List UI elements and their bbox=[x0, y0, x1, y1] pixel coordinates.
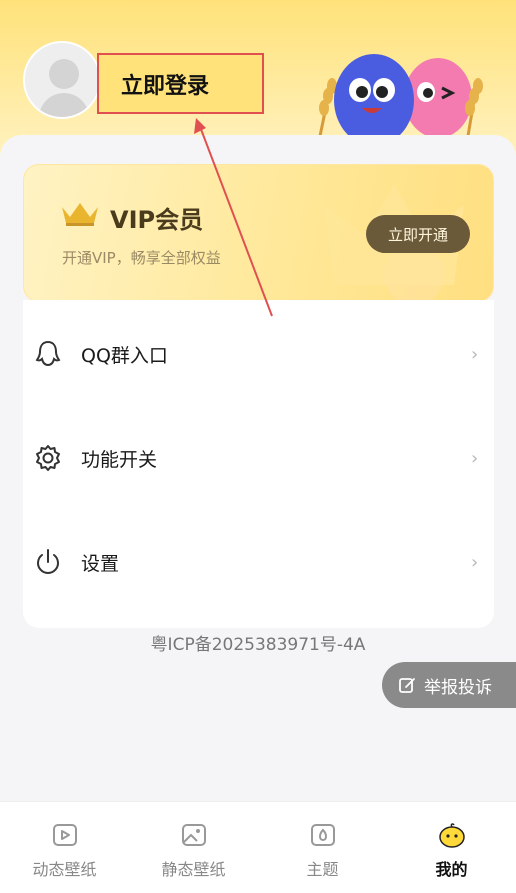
vip-card[interactable]: VIP会员 开通VIP，畅享全部权益 立即开通 bbox=[23, 164, 494, 302]
menu-label-feature-switch: 功能开关 bbox=[81, 448, 158, 471]
image-wallpaper-icon bbox=[181, 824, 206, 846]
report-label: 举报投诉 bbox=[424, 677, 492, 698]
menu-item-qq-group[interactable]: QQ群入口 › bbox=[23, 302, 494, 406]
power-icon bbox=[37, 549, 59, 574]
menu-list: QQ群入口 › 功能开关 › 设置 › bbox=[23, 300, 494, 628]
menu-item-feature-switch[interactable]: 功能开关 › bbox=[23, 406, 494, 510]
avatar[interactable] bbox=[23, 41, 101, 119]
report-button[interactable]: 举报投诉 bbox=[382, 662, 516, 708]
crown-icon bbox=[62, 203, 98, 226]
bottom-tab-bar: 动态壁纸 静态壁纸 主题 我的 bbox=[0, 801, 516, 893]
tab-label: 我的 bbox=[435, 860, 468, 879]
tab-theme[interactable]: 主题 bbox=[258, 802, 387, 893]
gear-icon bbox=[36, 445, 60, 471]
vip-subtitle: 开通VIP，畅享全部权益 bbox=[62, 249, 221, 267]
tab-label: 动态壁纸 bbox=[32, 860, 97, 879]
vip-title: VIP会员 bbox=[110, 206, 204, 234]
edit-icon bbox=[399, 678, 415, 693]
chevron-right-icon: › bbox=[471, 551, 479, 573]
tab-static-wallpaper[interactable]: 静态壁纸 bbox=[129, 802, 258, 893]
vip-open-button[interactable]: 立即开通 bbox=[366, 215, 470, 253]
avatar-body-icon bbox=[39, 93, 89, 117]
avatar-head-icon bbox=[49, 59, 79, 89]
menu-label-settings: 设置 bbox=[81, 552, 120, 575]
chevron-right-icon: › bbox=[471, 447, 479, 469]
qq-icon bbox=[35, 340, 61, 367]
icp-license: 粤ICP备2025383971号-4A bbox=[150, 635, 366, 655]
menu-label-qq-group: QQ群入口 bbox=[81, 344, 168, 367]
menu-item-settings[interactable]: 设置 › bbox=[23, 510, 494, 614]
tab-label: 静态壁纸 bbox=[161, 860, 226, 879]
login-label: 立即登录 bbox=[121, 73, 210, 99]
theme-icon bbox=[310, 824, 335, 846]
mascots-illustration bbox=[318, 54, 483, 140]
tab-mine[interactable]: 我的 bbox=[387, 802, 516, 893]
chevron-right-icon: › bbox=[471, 343, 479, 365]
tab-dynamic-wallpaper[interactable]: 动态壁纸 bbox=[0, 802, 129, 893]
video-wallpaper-icon bbox=[52, 824, 77, 846]
mascot-profile-icon bbox=[438, 823, 465, 848]
tab-label: 主题 bbox=[306, 860, 339, 879]
login-button[interactable]: 立即登录 bbox=[97, 53, 264, 114]
